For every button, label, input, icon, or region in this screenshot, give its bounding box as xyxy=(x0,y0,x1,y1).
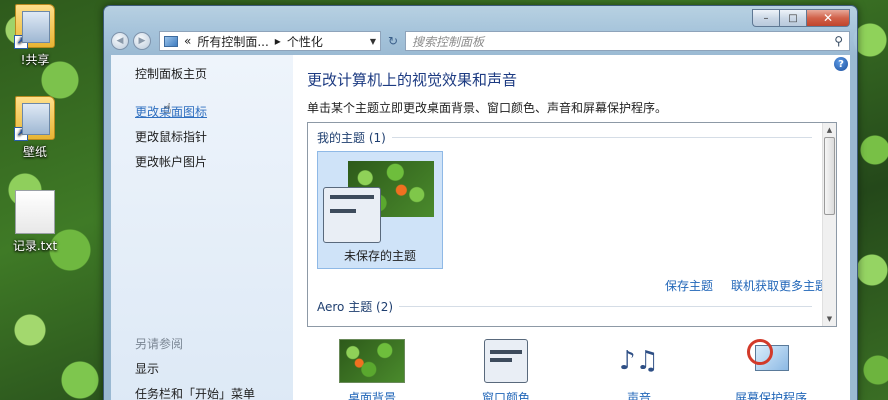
group-divider xyxy=(399,306,812,307)
breadcrumb-prefix: « xyxy=(184,34,192,48)
navigation-bar: ◀ ▶ « 所有控制面... ▸ 个性化 ▼ ↻ 搜索控制面板 ⚲ xyxy=(111,29,850,53)
personalization-window: – □ ✕ ◀ ▶ « 所有控制面... ▸ 个性化 ▼ ↻ 搜索控制面板 ⚲ … xyxy=(103,5,858,400)
preview-bar xyxy=(330,209,356,213)
desktop-icon-record-txt[interactable]: 记录.txt xyxy=(0,190,70,254)
my-themes-label: 我的主题 (1) xyxy=(317,131,386,145)
desktop-icon-share[interactable]: ↗ !共享 xyxy=(0,4,70,68)
my-themes-group-header[interactable]: 我的主题 (1) xyxy=(317,129,836,146)
scroll-down-icon[interactable]: ▼ xyxy=(823,312,836,326)
sidebar-link-change-desktop-icons[interactable]: 更改桌面图标 xyxy=(135,103,293,120)
screen-saver-option[interactable]: 屏幕保护程序 xyxy=(735,339,807,400)
help-icon[interactable]: ? xyxy=(834,57,848,71)
sidebar-link-display[interactable]: 显示 xyxy=(135,360,255,377)
window-color-icon xyxy=(484,339,528,383)
search-input[interactable]: 搜索控制面板 ⚲ xyxy=(405,31,850,51)
desktop-icon-wallpaper[interactable]: ↗ 壁纸 xyxy=(0,96,70,160)
sidebar-link-taskbar-start-menu[interactable]: 任务栏和「开始」菜单 xyxy=(135,385,255,400)
desktop-icon-label: 记录.txt xyxy=(12,239,58,253)
hand-cursor-icon: ☝ xyxy=(163,101,172,117)
scroll-up-icon[interactable]: ▲ xyxy=(823,123,836,137)
search-icon[interactable]: ⚲ xyxy=(834,34,843,48)
sounds-label[interactable]: 声音 xyxy=(627,391,651,400)
theme-label: 未保存的主题 xyxy=(343,249,416,263)
no-symbol xyxy=(747,339,773,365)
preview-bar xyxy=(330,195,374,199)
control-panel-icon xyxy=(164,35,178,47)
title-bar[interactable]: – □ ✕ xyxy=(111,6,850,28)
theme-tile-unsaved[interactable]: 未保存的主题 xyxy=(317,151,443,269)
breadcrumb-all-control-panel[interactable]: 所有控制面... xyxy=(197,33,268,50)
desktop-icon-label: 壁纸 xyxy=(22,145,47,159)
theme-actions: 保存主题 联机获取更多主题 xyxy=(665,277,827,294)
sounds-option[interactable]: ♪♫ 声音 xyxy=(615,339,663,400)
group-divider xyxy=(391,137,812,138)
folder-icon: ↗ xyxy=(14,4,55,49)
breadcrumb-personalization[interactable]: 个性化 xyxy=(287,33,323,50)
window-color-option[interactable]: 窗口颜色 xyxy=(482,339,530,400)
scroll-thumb[interactable] xyxy=(824,137,835,215)
address-bar[interactable]: « 所有控制面... ▸ 个性化 ▼ xyxy=(159,31,381,51)
chevron-down-icon[interactable]: ▼ xyxy=(370,37,376,46)
personalization-options: 桌面背景 窗口颜色 ♪♫ 声音 屏幕保护程序 xyxy=(307,339,827,400)
search-placeholder: 搜索控制面板 xyxy=(412,34,485,49)
forward-button[interactable]: ▶ xyxy=(133,32,151,50)
sidebar: 控制面板主页 更改桌面图标 更改鼠标指针 更改帐户图片 ☝ 另请参阅 显示 任务… xyxy=(111,55,293,400)
music-notes-icon: ♪♫ xyxy=(619,346,659,376)
see-also-section: 另请参阅 显示 任务栏和「开始」菜单 xyxy=(135,335,255,400)
sidebar-link-control-panel-home[interactable]: 控制面板主页 xyxy=(135,65,293,82)
save-theme-link[interactable]: 保存主题 xyxy=(665,277,713,294)
shortcut-arrow-icon: ↗ xyxy=(14,35,28,49)
sidebar-link-change-account-picture[interactable]: 更改帐户图片 xyxy=(135,153,293,170)
main-content: ? 更改计算机上的视觉效果和声音 单击某个主题立即更改桌面背景、窗口颜色、声音和… xyxy=(293,55,850,400)
window-buttons: – □ ✕ xyxy=(752,9,850,27)
breadcrumb-separator[interactable]: ▸ xyxy=(275,34,281,48)
themes-list: 我的主题 (1) 未保存的主题 保存主题 联机获取更多主题 Aero 主题 (2… xyxy=(307,122,837,327)
text-file-icon xyxy=(15,190,55,234)
color-bar xyxy=(490,358,512,362)
desktop-icon-label: !共享 xyxy=(20,53,50,67)
page-title: 更改计算机上的视觉效果和声音 xyxy=(307,71,518,89)
see-also-heading: 另请参阅 xyxy=(135,337,184,351)
close-button[interactable]: ✕ xyxy=(806,9,850,27)
screen-saver-icon xyxy=(747,339,795,383)
maximize-button[interactable]: □ xyxy=(779,9,806,27)
desktop-background-option[interactable]: 桌面背景 xyxy=(339,339,405,400)
aero-themes-group-header[interactable]: Aero 主题 (2) xyxy=(317,298,836,315)
minimize-button[interactable]: – xyxy=(752,9,779,27)
screen-saver-label[interactable]: 屏幕保护程序 xyxy=(735,391,807,400)
page-description: 单击某个主题立即更改桌面背景、窗口颜色、声音和屏幕保护程序。 xyxy=(307,101,668,115)
window-body: 控制面板主页 更改桌面图标 更改鼠标指针 更改帐户图片 ☝ 另请参阅 显示 任务… xyxy=(111,55,850,400)
refresh-icon[interactable]: ↻ xyxy=(385,31,401,51)
desktop-background-label[interactable]: 桌面背景 xyxy=(348,391,396,400)
theme-window-color-preview xyxy=(323,187,381,243)
aero-themes-label: Aero 主题 (2) xyxy=(317,300,394,314)
themes-scrollbar[interactable]: ▲ ▼ xyxy=(822,123,836,326)
desktop-background-icon xyxy=(339,339,405,383)
sidebar-link-change-mouse-pointers[interactable]: 更改鼠标指针 xyxy=(135,128,293,145)
shortcut-arrow-icon: ↗ xyxy=(14,127,28,141)
color-bar xyxy=(490,350,522,354)
back-button[interactable]: ◀ xyxy=(111,32,129,50)
window-color-label[interactable]: 窗口颜色 xyxy=(482,391,530,400)
folder-icon: ↗ xyxy=(14,96,55,141)
get-more-themes-link[interactable]: 联机获取更多主题 xyxy=(731,277,827,294)
